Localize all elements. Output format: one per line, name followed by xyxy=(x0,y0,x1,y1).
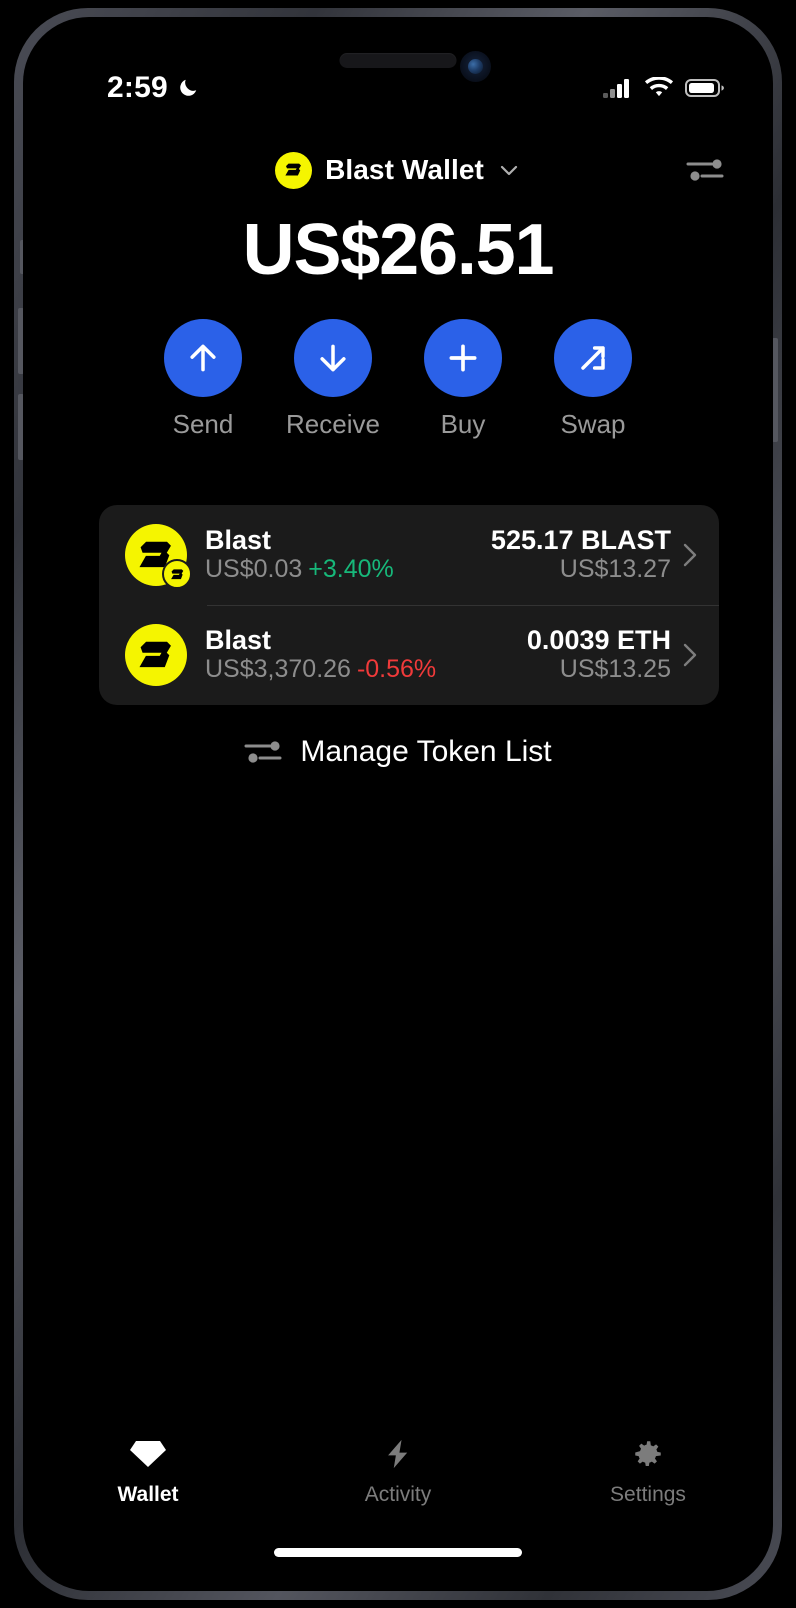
crescent-moon-icon xyxy=(180,79,197,96)
token-price-row: US$0.03 +3.40% xyxy=(205,555,491,585)
status-bar-right xyxy=(603,77,725,99)
blast-logo-icon xyxy=(275,151,313,189)
nav-label-activity: Activity xyxy=(364,1483,432,1506)
nav-item-wallet[interactable]: Wallet xyxy=(23,1437,273,1507)
token-change: -0.56% xyxy=(356,655,437,684)
status-time: 2:59 xyxy=(107,71,168,104)
network-badge-icon xyxy=(162,559,192,589)
sliders-icon xyxy=(244,741,282,763)
swap-label: Swap xyxy=(560,409,626,439)
token-info: Blast US$0.03 +3.40% xyxy=(205,525,491,585)
chevron-right-icon[interactable] xyxy=(679,640,701,670)
cellular-signal-icon xyxy=(603,79,629,98)
phone-screen: 2:59 Blast Wallet US$26.51 Send Receive … xyxy=(23,17,773,1591)
token-amount: 525.17 BLAST xyxy=(490,525,671,556)
earpiece-speaker xyxy=(339,53,457,68)
manage-token-list-label: Manage Token List xyxy=(300,735,552,768)
token-amount: 0.0039 ETH xyxy=(526,625,671,656)
status-bar: 2:59 xyxy=(23,67,773,109)
gear-icon xyxy=(635,1441,661,1467)
buy-button-circle xyxy=(424,319,502,397)
plus-icon xyxy=(449,344,477,372)
phone-frame: 2:59 Blast Wallet US$26.51 Send Receive … xyxy=(14,8,782,1600)
nav-label-wallet: Wallet xyxy=(117,1483,179,1506)
wifi-icon xyxy=(644,77,674,97)
send-button[interactable]: Send xyxy=(163,319,243,440)
token-info: Blast US$3,370.26 -0.56% xyxy=(205,625,527,685)
home-indicator[interactable] xyxy=(274,1548,522,1557)
total-balance: US$26.51 xyxy=(242,210,555,290)
header-filter-button[interactable] xyxy=(685,154,725,186)
arrow-down-icon xyxy=(320,344,346,372)
swap-button-circle xyxy=(554,319,632,397)
token-price-row: US$3,370.26 -0.56% xyxy=(205,655,527,685)
manage-token-list-button[interactable]: Manage Token List xyxy=(23,735,773,769)
chevron-down-icon[interactable] xyxy=(497,158,521,182)
token-list: Blast US$0.03 +3.40% 525.17 BLAST US$13.… xyxy=(99,505,719,705)
status-bar-left: 2:59 xyxy=(107,71,199,105)
wallet-switcher-button[interactable]: Blast Wallet xyxy=(275,151,521,189)
token-price: US$0.03 xyxy=(205,555,303,584)
token-row[interactable]: Blast US$3,370.26 -0.56% 0.0039 ETH US$1… xyxy=(99,605,719,705)
send-label: Send xyxy=(172,409,234,439)
lightning-icon xyxy=(388,1439,408,1469)
token-name: Blast xyxy=(205,625,272,656)
nav-item-activity[interactable]: Activity xyxy=(273,1437,523,1507)
diamond-icon xyxy=(130,1441,166,1467)
quick-actions: Send Receive Buy Swap xyxy=(23,319,773,440)
blast-token-icon xyxy=(125,524,192,589)
token-fiat-value: US$13.27 xyxy=(559,555,671,584)
chevron-right-icon[interactable] xyxy=(679,540,701,570)
token-change: +3.40% xyxy=(308,555,394,584)
buy-label: Buy xyxy=(440,409,486,439)
swap-button[interactable]: Swap xyxy=(553,319,633,440)
nav-label-settings: Settings xyxy=(610,1483,686,1506)
receive-button-circle xyxy=(294,319,372,397)
app-header: Blast Wallet xyxy=(23,139,773,201)
buy-button[interactable]: Buy xyxy=(423,319,503,440)
blast-token-icon xyxy=(125,624,187,686)
token-values: 525.17 BLAST US$13.27 xyxy=(491,525,671,585)
receive-button[interactable]: Receive xyxy=(286,319,380,440)
swap-arrows-icon xyxy=(581,346,605,370)
wallet-name-label: Blast Wallet xyxy=(325,154,484,185)
send-button-circle xyxy=(164,319,242,397)
token-price: US$3,370.26 xyxy=(205,655,351,684)
receive-label: Receive xyxy=(286,409,380,439)
token-name: Blast xyxy=(205,525,272,556)
token-row[interactable]: Blast US$0.03 +3.40% 525.17 BLAST US$13.… xyxy=(99,505,719,605)
bottom-navigation: Wallet Activity Settings xyxy=(23,1437,773,1507)
token-values: 0.0039 ETH US$13.25 xyxy=(527,625,671,685)
battery-icon xyxy=(685,79,724,97)
nav-item-settings[interactable]: Settings xyxy=(523,1437,773,1507)
sliders-icon xyxy=(686,159,724,181)
arrow-up-icon xyxy=(190,344,216,372)
token-fiat-value: US$13.25 xyxy=(559,655,671,684)
